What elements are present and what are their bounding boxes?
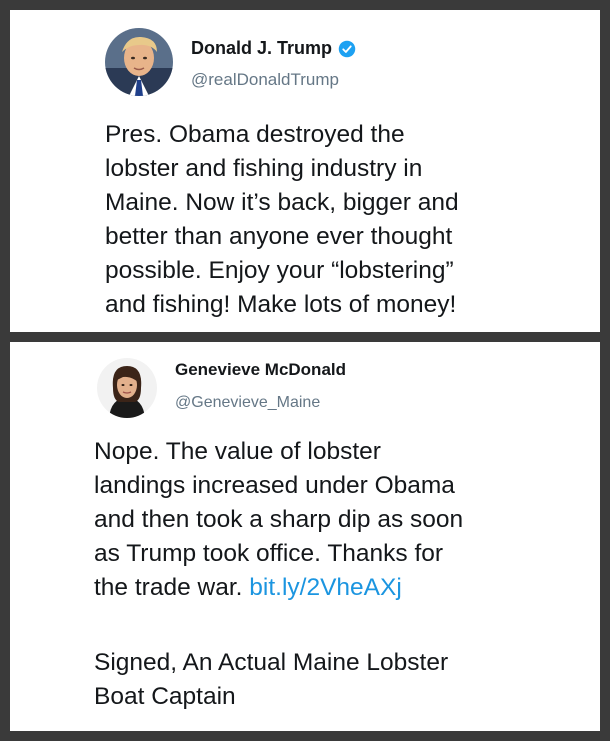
verified-badge-icon [338,40,356,57]
user-handle[interactable]: @Genevieve_Maine [175,394,320,412]
tweet-text: Pres. Obama destroyed the lobster and fi… [105,121,459,318]
tweet-text: Nope. The value of lobster landings incr… [94,435,584,605]
avatar[interactable] [105,28,173,96]
tweet-card-mcdonald: Genevieve McDonald @Genevieve_Maine Nope… [10,342,600,731]
display-name[interactable]: Genevieve McDonald [175,360,346,380]
tweet-card-trump: Donald J. Trump @realDonaldTrump Pres. O… [10,10,600,332]
person-portrait-icon [105,28,173,96]
avatar[interactable] [97,358,157,418]
display-name[interactable]: Donald J. Trump [191,38,332,59]
tweet-signoff: Signed, An Actual Maine Lobster Boat Cap… [94,649,449,710]
user-handle[interactable]: @realDonaldTrump [191,70,339,90]
person-portrait-icon [97,358,157,418]
tweet-link[interactable]: bit.ly/2VheAXj [249,574,402,601]
